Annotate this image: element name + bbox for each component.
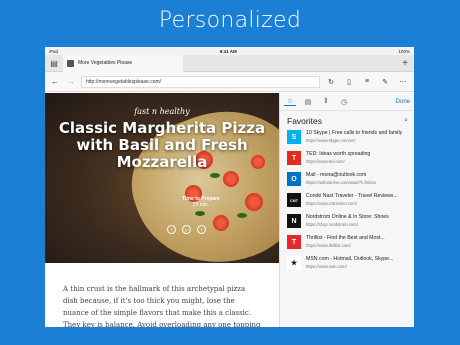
prep-time: Time to Prepare 25 min. xyxy=(171,196,231,208)
favorite-url: https://shop.nordstrom.com/ xyxy=(306,222,358,227)
history-tab-icon[interactable]: ◷ xyxy=(338,98,350,106)
battery-level: 100% xyxy=(398,48,410,54)
favorites-list: S 10 Skype | Free calls to friends and fa… xyxy=(280,130,414,277)
tablet-screen: iPad 9:41 AM 100% ▤ More Vegetables Plea… xyxy=(45,47,414,327)
hub-button[interactable]: ≡ xyxy=(360,78,374,85)
facebook-icon[interactable]: f xyxy=(167,225,176,234)
favorite-item[interactable]: N Nordstrom Online & In Store: Shoes https… xyxy=(280,214,414,235)
url-text: http://morevegetablesplease.com/ xyxy=(86,78,162,85)
address-bar: ← → http://morevegetablesplease.com/ ↻ ▯… xyxy=(45,72,414,92)
recipe-title: Classic Margherita Pizza with Basil and … xyxy=(58,119,266,171)
ted-icon: T xyxy=(287,151,301,165)
favorite-title: 10 Skype | Free calls to friends and fam… xyxy=(306,130,403,136)
tab-preview-icon[interactable]: ▤ xyxy=(45,55,63,72)
hero-text: fast n healthy Classic Margherita Pizza … xyxy=(45,107,279,171)
done-button[interactable]: Done xyxy=(396,99,410,105)
hero-image: fast n healthy Classic Margherita Pizza … xyxy=(45,93,279,263)
favorite-url: https://www.cntraveler.com/ xyxy=(306,201,357,206)
thrillist-icon: T xyxy=(287,235,301,249)
article-body: A thin crust is the hallmark of this arc… xyxy=(45,263,279,327)
favorite-title: Thrillist - Find the Best and Most... xyxy=(306,235,385,241)
msn-icon: ★ xyxy=(287,256,301,270)
back-button[interactable]: ← xyxy=(49,77,61,86)
site-favicon-icon xyxy=(67,59,74,67)
reading-view-icon[interactable]: ▯ xyxy=(342,78,356,86)
hub-panel: ☆ ▤ ⫴ ◷ Done Favorites ⌕ S 10 Skype | Fre… xyxy=(279,93,414,327)
prep-value: 25 min. xyxy=(192,202,210,208)
favorite-title: Mail - mona@outlook.com xyxy=(306,172,367,178)
refresh-button[interactable]: ↻ xyxy=(324,78,338,86)
favorite-title: MSN.com - Hotmail, Outlook, Skype... xyxy=(306,256,394,262)
favorite-item[interactable]: T TED: Ideas worth spreading https://www.t… xyxy=(280,151,414,172)
favorite-title: TED: Ideas worth spreading xyxy=(306,151,371,157)
skype-icon: S xyxy=(287,130,301,144)
hub-title: Favorites xyxy=(287,116,322,126)
favorite-title: Condé Nast Traveler - Travel Reviews... xyxy=(306,193,398,199)
twitter-icon[interactable]: t xyxy=(197,225,206,234)
search-icon[interactable]: ⌕ xyxy=(404,117,408,125)
favorite-item[interactable]: ★ MSN.com - Hotmail, Outlook, Skype... htt… xyxy=(280,256,414,277)
hub-tabs: ☆ ▤ ⫴ ◷ Done xyxy=(280,93,414,111)
reading-list-tab-icon[interactable]: ▤ xyxy=(302,98,314,106)
outlook-icon: O xyxy=(287,172,301,186)
headline: Personalized xyxy=(158,8,302,33)
page-content: fast n healthy Classic Margherita Pizza … xyxy=(45,93,414,327)
tab-bar: ▤ More Vegetables Please + xyxy=(45,54,414,72)
favorite-item[interactable]: T Thrillist - Find the Best and Most... ht… xyxy=(280,235,414,256)
books-tab-icon[interactable]: ⫴ xyxy=(320,98,332,106)
cnt-icon: CNT xyxy=(287,193,301,207)
social-share: f p t xyxy=(167,225,206,234)
more-button[interactable]: ⋯ xyxy=(396,78,410,86)
favorite-url: https://www.msn.com/ xyxy=(306,264,347,269)
tab-title: More Vegetables Please xyxy=(78,60,133,66)
favorite-url: https://www.skype.com/en/ xyxy=(306,138,356,143)
new-tab-button[interactable]: + xyxy=(396,58,414,69)
brand-logo: fast n healthy xyxy=(134,107,190,116)
status-time: 9:41 AM xyxy=(219,48,237,54)
pinterest-icon[interactable]: p xyxy=(182,225,191,234)
favorite-item[interactable]: O Mail - mona@outlook.com https://outlook.… xyxy=(280,172,414,193)
favorite-item[interactable]: CNT Condé Nast Traveler - Travel Reviews.… xyxy=(280,193,414,214)
forward-button[interactable]: → xyxy=(65,77,77,86)
favorite-url: https://www.thrillist.com/ xyxy=(306,243,351,248)
favorite-title: Nordstrom Online & In Store: Shoes xyxy=(306,214,389,220)
favorite-url: https://www.ted.com/ xyxy=(306,159,345,164)
hub-header: Favorites ⌕ xyxy=(280,111,414,130)
tab-current[interactable]: More Vegetables Please xyxy=(63,54,183,72)
favorites-tab-icon[interactable]: ☆ xyxy=(284,97,296,106)
nordstrom-icon: N xyxy=(287,214,301,228)
favorite-url: https://outlook.live.com/owa/?f=fmbox xyxy=(306,180,376,185)
url-input[interactable]: http://morevegetablesplease.com/ xyxy=(81,75,320,88)
device-label: iPad xyxy=(49,48,59,54)
favorite-item[interactable]: S 10 Skype | Free calls to friends and fa… xyxy=(280,130,414,151)
web-note-icon[interactable]: ✎ xyxy=(378,78,392,86)
